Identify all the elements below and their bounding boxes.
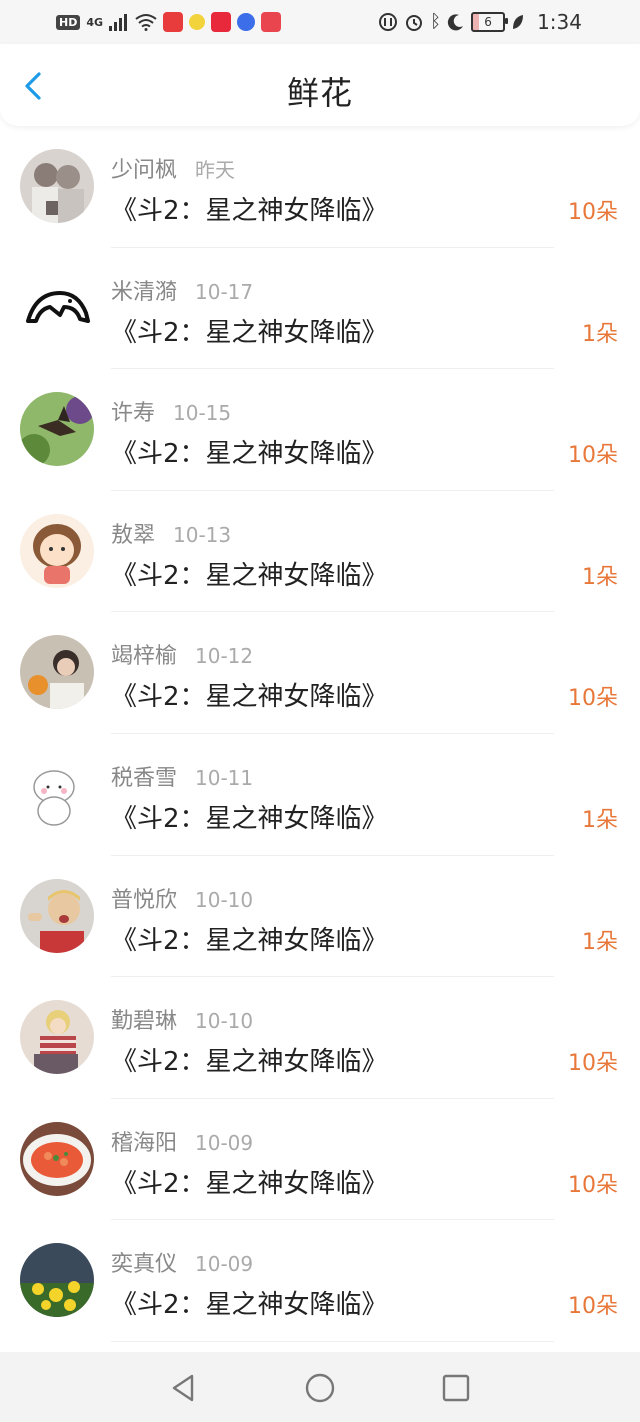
list-item[interactable]: 稽海阳 10-09 《斗2：星之神女降临》 10朵 [0, 1099, 640, 1221]
record-date: 10-09 [195, 1252, 254, 1277]
list-item[interactable]: 少问枫 昨天 《斗2：星之神女降临》 10朵 [0, 126, 640, 248]
list-item[interactable]: 许寿 10-15 《斗2：星之神女降临》 10朵 [0, 369, 640, 491]
record-date: 10-15 [173, 401, 232, 426]
browser-app-icon [237, 13, 256, 31]
book-title: 《斗2：星之神女降临》 [111, 925, 388, 956]
user-name: 稽海阳 [111, 1130, 178, 1156]
flower-count: 10朵 [568, 686, 618, 712]
top-app-bar: 鲜花 [0, 44, 640, 126]
system-nav-bar [0, 1352, 640, 1422]
status-bar-left: HD 4G [56, 8, 282, 36]
battery-icon: 6 [471, 12, 509, 32]
user-name: 竭梓榆 [111, 644, 178, 670]
avatar[interactable] [20, 149, 94, 223]
wifi-icon [135, 14, 157, 31]
clock-time: 1:34 [537, 10, 582, 34]
avatar[interactable] [20, 635, 94, 710]
book-title: 《斗2：星之神女降临》 [111, 1290, 388, 1321]
book-title: 《斗2：星之神女降临》 [111, 196, 388, 226]
flower-count: 10朵 [568, 200, 618, 225]
home-circle-icon[interactable] [304, 1372, 336, 1404]
flower-count: 1朵 [582, 564, 618, 590]
flower-count: 1朵 [582, 321, 618, 347]
flower-count: 1朵 [582, 929, 618, 955]
flower-record-list: 少问枫 昨天 《斗2：星之神女降临》 10朵 米清漪 10-17 《斗2：星之神女降… [0, 126, 640, 1342]
record-date: 昨天 [195, 158, 236, 182]
user-name: 勤碧琳 [111, 1009, 178, 1035]
book-title: 《斗2：星之神女降临》 [111, 317, 388, 348]
video-app-icon [211, 12, 232, 32]
nfc-icon [379, 13, 398, 31]
list-item[interactable]: 米清漪 10-17 《斗2：星之神女降临》 1朵 [0, 248, 640, 370]
notes-app-icon [261, 12, 282, 32]
book-title: 《斗2：星之神女降临》 [111, 682, 388, 713]
bluetooth-icon: ᛒ [430, 11, 442, 32]
book-title: 《斗2：星之神女降临》 [111, 1168, 388, 1199]
back-triangle-icon[interactable] [168, 1372, 200, 1404]
user-name: 米清漪 [111, 279, 178, 305]
mascot-app-icon [189, 14, 206, 30]
avatar[interactable] [20, 1000, 94, 1075]
list-item[interactable]: 税香雪 10-11 《斗2：星之神女降临》 1朵 [0, 734, 640, 856]
list-item[interactable]: 奕真仪 10-09 《斗2：星之神女降临》 10朵 [0, 1220, 640, 1342]
flower-count: 10朵 [568, 1294, 618, 1320]
battery-level: 6 [484, 15, 492, 29]
avatar[interactable] [20, 392, 94, 467]
list-item[interactable]: 敖翠 10-13 《斗2：星之神女降临》 1朵 [0, 491, 640, 613]
book-title: 《斗2：星之神女降临》 [111, 439, 388, 470]
user-name: 少问枫 [111, 158, 178, 183]
avatar[interactable] [20, 270, 94, 345]
book-title: 《斗2：星之神女降临》 [111, 1047, 388, 1078]
book-title: 《斗2：星之神女降临》 [111, 803, 388, 834]
signal-icon [109, 14, 128, 31]
flower-count: 10朵 [568, 1051, 618, 1077]
avatar[interactable] [20, 756, 94, 831]
hd-indicator: HD [56, 14, 81, 30]
record-date: 10-09 [195, 1130, 254, 1155]
flower-count: 10朵 [568, 443, 618, 469]
user-name: 敖翠 [111, 522, 156, 548]
user-name: 税香雪 [111, 765, 178, 791]
avatar[interactable] [20, 1243, 94, 1318]
user-name: 奕真仪 [111, 1252, 178, 1278]
list-item[interactable]: 竭梓榆 10-12 《斗2：星之神女降临》 10朵 [0, 612, 640, 734]
list-item[interactable]: 普悦欣 10-10 《斗2：星之神女降临》 1朵 [0, 856, 640, 978]
user-name: 许寿 [111, 401, 156, 427]
book-title: 《斗2：星之神女降临》 [111, 560, 388, 591]
divider [111, 1340, 554, 1342]
record-date: 10-10 [195, 1009, 254, 1034]
avatar[interactable] [20, 878, 94, 953]
flower-count: 1朵 [582, 807, 618, 833]
record-date: 10-11 [195, 765, 254, 790]
user-name: 普悦欣 [111, 887, 178, 913]
flower-count: 10朵 [568, 1172, 618, 1198]
record-date: 10-10 [195, 887, 254, 912]
network-type: 4G [86, 15, 104, 29]
status-bar: HD 4G ᛒ 6 1:34 [0, 0, 640, 44]
huawei-app-icon [163, 12, 184, 32]
moon-icon [447, 14, 464, 31]
record-date: 10-13 [173, 522, 232, 547]
alarm-icon [406, 15, 423, 31]
status-bar-right: ᛒ 6 1:34 [378, 8, 582, 36]
leaf-icon [513, 15, 524, 29]
list-item[interactable]: 勤碧琳 10-10 《斗2：星之神女降临》 10朵 [0, 977, 640, 1099]
page-title: 鲜花 [286, 74, 353, 112]
record-date: 10-12 [195, 644, 254, 669]
avatar[interactable] [20, 1121, 94, 1196]
avatar[interactable] [20, 513, 94, 588]
record-date: 10-17 [195, 279, 254, 304]
recents-square-icon[interactable] [440, 1372, 472, 1404]
